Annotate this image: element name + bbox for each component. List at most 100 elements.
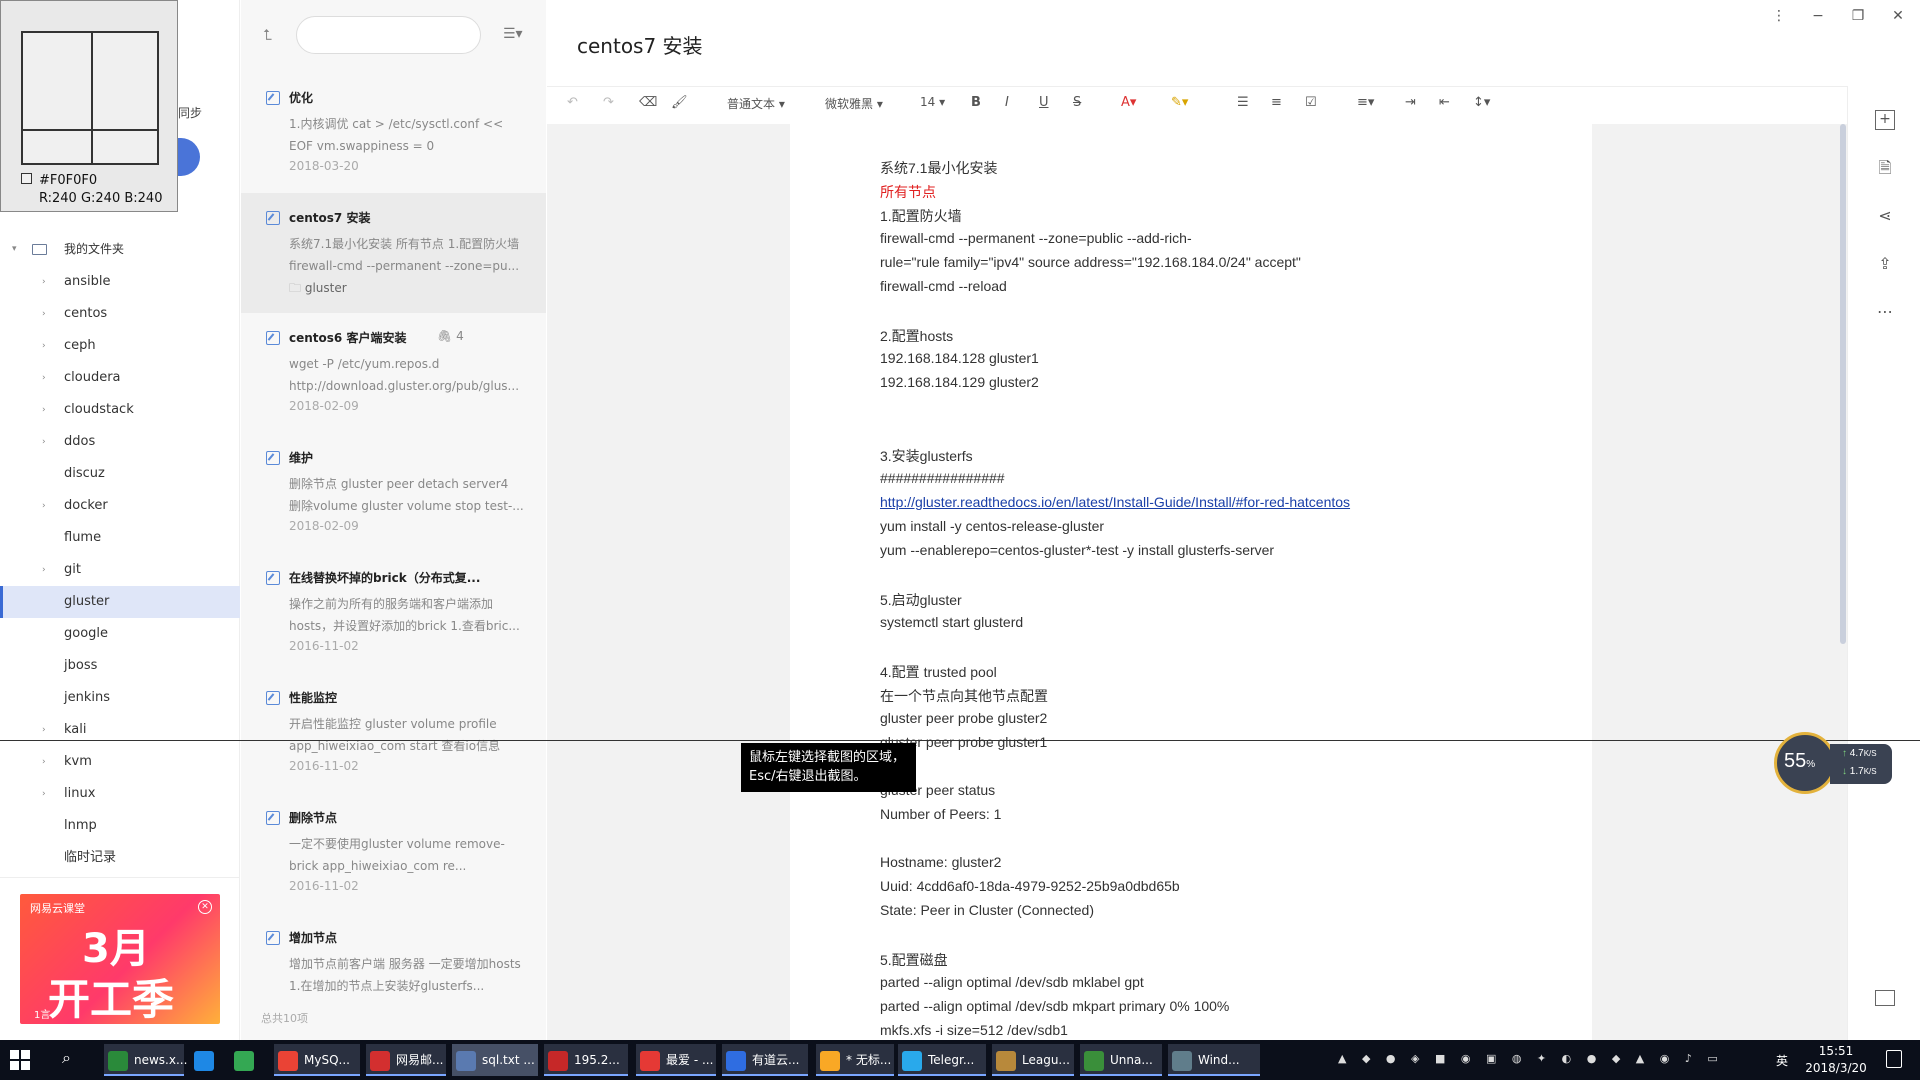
taskbar-app[interactable]: sql.txt ...: [452, 1044, 538, 1076]
taskbar-app[interactable]: news.x...: [104, 1044, 187, 1076]
ad-close-icon[interactable]: ✕: [198, 900, 212, 914]
redo-icon[interactable]: ↷: [603, 95, 614, 110]
list-view-icon[interactable]: ☰▾: [503, 26, 523, 42]
chevron-right-icon[interactable]: ›: [42, 714, 46, 746]
indent-icon[interactable]: ⇥: [1405, 95, 1416, 110]
font-size-select[interactable]: 14 ▾: [920, 95, 945, 109]
highlight-icon[interactable]: ✎▾: [1171, 95, 1188, 110]
share-icon[interactable]: ⋖: [1875, 206, 1895, 226]
note-item[interactable]: 优化 1.内核调优 cat > /etc/sysctl.conf << EOF v…: [241, 73, 546, 193]
back-icon[interactable]: ⮤: [263, 26, 272, 44]
taskbar-app[interactable]: 有道云...: [722, 1044, 808, 1076]
outdent-icon[interactable]: ⇤: [1439, 95, 1450, 110]
sidebar-item[interactable]: › git: [0, 554, 240, 586]
sidebar-item[interactable]: › ddos: [0, 426, 240, 458]
taskbar-app[interactable]: Telegr...: [898, 1044, 986, 1076]
chevron-right-icon[interactable]: ›: [42, 298, 46, 330]
add-icon[interactable]: +: [1875, 110, 1895, 130]
document-icon[interactable]: 🗎: [1875, 158, 1895, 178]
sidebar-item[interactable]: jboss: [0, 650, 240, 682]
note-item[interactable]: 性能监控 开启性能监控 gluster volume profile app_hi…: [241, 673, 546, 793]
restore-button[interactable]: ❐: [1843, 8, 1873, 24]
taskbar-app[interactable]: Leagu...: [992, 1044, 1074, 1076]
taskbar-app[interactable]: 网易邮...: [366, 1044, 446, 1076]
taskbar-app[interactable]: [230, 1044, 266, 1076]
chevron-right-icon[interactable]: ›: [42, 394, 46, 426]
sidebar-item[interactable]: › centos: [0, 298, 240, 330]
italic-button[interactable]: I: [1005, 95, 1009, 110]
sync-label[interactable]: 同步: [178, 104, 202, 121]
clock[interactable]: 15:51 2018/3/20: [1796, 1043, 1876, 1077]
sidebar-item[interactable]: › ansible: [0, 266, 240, 298]
underline-button[interactable]: U: [1039, 95, 1049, 110]
note-item[interactable]: 在线替换坏掉的brick（分布式复... 操作之前为所有的服务端和客户端添加hos…: [241, 553, 546, 673]
bullet-list-icon[interactable]: ☰: [1237, 95, 1249, 110]
note-title[interactable]: centos7 安装: [577, 30, 703, 59]
taskbar-app[interactable]: Wind...: [1168, 1044, 1260, 1076]
note-item[interactable]: centos7 安装 系统7.1最小化安装 所有节点 1.配置防火墙 firewa…: [241, 193, 546, 313]
sidebar-item[interactable]: › cloudera: [0, 362, 240, 394]
sidebar-item[interactable]: 临时记录: [0, 842, 240, 874]
sidebar-item[interactable]: jenkins: [0, 682, 240, 714]
align-icon[interactable]: ≡▾: [1357, 95, 1374, 110]
chevron-right-icon[interactable]: ›: [42, 554, 46, 586]
sidebar-item[interactable]: discuz: [0, 458, 240, 490]
strikethrough-button[interactable]: S: [1073, 95, 1081, 110]
sidebar-item[interactable]: › ceph: [0, 330, 240, 362]
note-summary: 删除节点 gluster peer detach server4 删除volum…: [289, 477, 524, 513]
clock-date: 2018/3/20: [1805, 1061, 1867, 1075]
numbered-list-icon[interactable]: ≡: [1271, 95, 1282, 110]
chevron-right-icon[interactable]: ›: [42, 426, 46, 458]
note-search-input[interactable]: [296, 16, 481, 54]
search-icon[interactable]: ⌕: [62, 1048, 71, 1068]
taskbar-app[interactable]: [190, 1044, 224, 1076]
sidebar-item[interactable]: google: [0, 618, 240, 650]
chevron-right-icon[interactable]: ›: [42, 778, 46, 810]
network-monitor[interactable]: 55% ↑ 4.7K/S ↓ 1.7K/S: [1774, 732, 1896, 794]
chevron-right-icon[interactable]: ›: [42, 746, 46, 778]
ad-banner[interactable]: 网易云课堂 ✕ 3月 开工季 1言: [20, 894, 220, 1024]
export-icon[interactable]: ⇪: [1875, 254, 1895, 274]
line-height-icon[interactable]: ↕▾: [1473, 95, 1490, 110]
taskbar-app[interactable]: * 无标...: [816, 1044, 894, 1076]
note-item[interactable]: centos6 客户端安装 wget -P /etc/yum.repos.d ht…: [241, 313, 546, 433]
sidebar-item[interactable]: › kvm: [0, 746, 240, 778]
bold-button[interactable]: B: [971, 95, 981, 110]
chevron-right-icon[interactable]: ›: [42, 362, 46, 394]
undo-icon[interactable]: ↶: [567, 95, 578, 110]
sidebar-item[interactable]: › cloudstack: [0, 394, 240, 426]
more-horizontal-icon[interactable]: ⋯: [1875, 302, 1895, 322]
sidebar-item[interactable]: lnmp: [0, 810, 240, 842]
sidebar-item[interactable]: › kali: [0, 714, 240, 746]
doc-link[interactable]: http://gluster.readthedocs.io/en/latest/…: [880, 494, 1350, 510]
sidebar-item[interactable]: › linux: [0, 778, 240, 810]
font-family-select[interactable]: 微软雅黑 ▾: [825, 95, 883, 112]
taskbar-app[interactable]: Unna...: [1080, 1044, 1162, 1076]
font-color-icon[interactable]: A▾: [1121, 95, 1136, 110]
sidebar-item[interactable]: gluster: [0, 586, 240, 618]
ime-indicator[interactable]: 英: [1776, 1052, 1788, 1069]
folder-root[interactable]: ▾ 我的文件夹: [0, 236, 240, 262]
panel-toggle-icon[interactable]: [1875, 990, 1895, 1006]
sidebar-item[interactable]: › docker: [0, 490, 240, 522]
chevron-down-icon[interactable]: ▾: [12, 236, 17, 262]
eraser-icon[interactable]: ⌫: [639, 95, 657, 110]
chevron-right-icon[interactable]: ›: [42, 330, 46, 362]
minimize-button[interactable]: −: [1803, 8, 1833, 24]
taskbar-app[interactable]: MySQ...: [274, 1044, 360, 1076]
note-item[interactable]: 维护 删除节点 gluster peer detach server4 删除vol…: [241, 433, 546, 553]
taskbar-app[interactable]: 195.2...: [544, 1044, 628, 1076]
notification-icon[interactable]: [1886, 1050, 1902, 1068]
editor-scrollbar[interactable]: [1840, 124, 1846, 644]
chevron-right-icon[interactable]: ›: [42, 490, 46, 522]
taskbar-app[interactable]: 最爱 - ...: [636, 1044, 716, 1076]
chevron-right-icon[interactable]: ›: [42, 266, 46, 298]
close-button[interactable]: ✕: [1883, 8, 1913, 24]
paragraph-style-select[interactable]: 普通文本 ▾: [727, 95, 785, 112]
note-item[interactable]: 删除节点 一定不要使用gluster volume remove-brick ap…: [241, 793, 546, 913]
format-painter-icon[interactable]: 🖌: [671, 95, 688, 110]
start-button[interactable]: [10, 1050, 30, 1070]
more-vertical-icon[interactable]: ⋮: [1764, 8, 1794, 24]
sidebar-item[interactable]: flume: [0, 522, 240, 554]
checkbox-icon[interactable]: ☑: [1305, 95, 1317, 110]
